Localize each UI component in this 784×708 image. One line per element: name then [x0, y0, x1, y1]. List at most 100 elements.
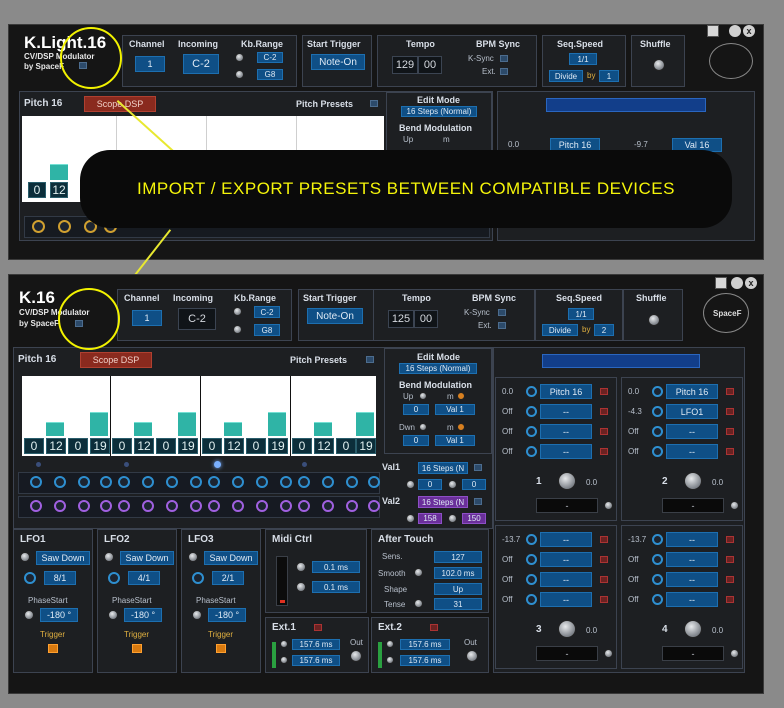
incoming-field[interactable]: C-2 — [178, 308, 216, 330]
step-purple-knob[interactable] — [142, 500, 154, 512]
tempo-integer-field[interactable]: 125 — [388, 310, 414, 328]
mod-destination[interactable]: -- — [666, 444, 718, 459]
lfo-wave-icon[interactable] — [20, 552, 30, 562]
mod-slot-toggle[interactable] — [600, 536, 608, 543]
mod-amount-knob[interactable] — [526, 534, 537, 545]
save-icon[interactable] — [715, 277, 727, 289]
lfo-wave-field[interactable]: Saw Down — [36, 551, 90, 565]
ext2-knob-b[interactable] — [386, 656, 394, 664]
mod-slot-toggle[interactable] — [726, 448, 734, 455]
bend-m-knob[interactable] — [457, 423, 465, 431]
smooth-knob[interactable] — [414, 568, 423, 577]
val2-toggle[interactable] — [474, 498, 482, 505]
bend-down-knob[interactable] — [419, 423, 427, 431]
lfo-rate-field[interactable]: 4/1 — [128, 571, 160, 585]
midi-knob-a[interactable] — [296, 562, 306, 572]
lfo-trigger-button[interactable] — [48, 644, 58, 653]
mod-amount-knob[interactable] — [652, 574, 663, 585]
kbrange-high-knob[interactable] — [235, 70, 244, 79]
pitch-presets-toggle[interactable] — [370, 100, 378, 107]
mod-destination[interactable]: -- — [540, 592, 592, 607]
mod-slot-toggle[interactable] — [600, 556, 608, 563]
seq-speed-field[interactable]: 1/1 — [569, 53, 597, 65]
step-blue-knob[interactable] — [368, 476, 380, 488]
ext2-knob-a[interactable] — [386, 640, 394, 648]
pitch-step-bar[interactable] — [46, 422, 64, 436]
step-blue-knob[interactable] — [166, 476, 178, 488]
minimize-icon[interactable] — [729, 25, 741, 37]
mod-slot-output[interactable]: - — [536, 498, 598, 513]
lfo-phase-knob[interactable] — [24, 610, 34, 620]
step-blue-knob[interactable] — [190, 476, 202, 488]
step-purple-knob[interactable] — [322, 500, 334, 512]
mod-slot-toggle[interactable] — [600, 596, 608, 603]
ext1-field-a[interactable]: 157.6 ms — [292, 639, 340, 650]
mod-slot-output-icon[interactable] — [604, 649, 613, 658]
save-icon[interactable] — [707, 25, 719, 37]
mod-slot-output[interactable]: - — [536, 646, 598, 661]
lfo-phase-field[interactable]: -180 ° — [124, 608, 162, 622]
mod-amount-knob[interactable] — [652, 594, 663, 605]
kbrange-low-knob[interactable] — [235, 53, 244, 62]
mod-amount-knob[interactable] — [652, 554, 663, 565]
mod-destination[interactable]: -- — [540, 444, 592, 459]
lfo-phase-field[interactable]: -180 ° — [208, 608, 246, 622]
lfo-phase-knob[interactable] — [108, 610, 118, 620]
mod-amount-knob[interactable] — [526, 406, 537, 417]
kbrange-high-field[interactable]: G8 — [254, 324, 280, 336]
mod-slot-knob[interactable] — [684, 472, 702, 490]
mod-destination[interactable]: -- — [666, 552, 718, 567]
mod-amount-knob[interactable] — [652, 534, 663, 545]
close-icon[interactable]: x — [743, 25, 755, 37]
pitch-step-bar[interactable] — [224, 422, 242, 436]
step-purple-knob[interactable] — [78, 500, 90, 512]
smooth-field[interactable]: 102.0 ms — [434, 567, 482, 579]
ext-toggle[interactable] — [498, 322, 506, 329]
start-trigger-field[interactable]: Note-On — [307, 308, 363, 324]
mod-destination[interactable]: LFO1 — [666, 404, 718, 419]
bend-up-knob[interactable] — [419, 392, 427, 400]
mod-slot-toggle[interactable] — [600, 448, 608, 455]
mod-amount-knob[interactable] — [652, 426, 663, 437]
step-blue-knob[interactable] — [232, 476, 244, 488]
start-trigger-field[interactable]: Note-On — [311, 54, 365, 70]
sens-field[interactable]: 127 — [434, 551, 482, 563]
tense-field[interactable]: 31 — [434, 598, 482, 610]
step-blue-knob[interactable] — [100, 476, 112, 488]
mod-slot-toggle[interactable] — [600, 388, 608, 395]
channel-field[interactable]: 1 — [132, 310, 162, 326]
mod-slot-toggle[interactable] — [600, 408, 608, 415]
step-blue-knob[interactable] — [208, 476, 220, 488]
mod-slot-knob[interactable] — [558, 472, 576, 490]
close-icon[interactable]: x — [745, 277, 757, 289]
val1-field-a[interactable]: 0 — [418, 479, 442, 490]
step-blue-knob[interactable] — [346, 476, 358, 488]
divide-field[interactable]: 2 — [594, 324, 614, 336]
ext2-field-a[interactable]: 157.6 ms — [400, 639, 450, 650]
step-blue-knob[interactable] — [54, 476, 66, 488]
incoming-field[interactable]: C-2 — [183, 54, 219, 74]
lfo-rate-field[interactable]: 8/1 — [44, 571, 76, 585]
step-purple-knob[interactable] — [232, 500, 244, 512]
mod-slot-toggle[interactable] — [726, 536, 734, 543]
step-purple-knob[interactable] — [166, 500, 178, 512]
channel-field[interactable]: 1 — [135, 56, 165, 72]
shape-field[interactable]: Up — [434, 583, 482, 595]
midi-knob-b[interactable] — [296, 582, 306, 592]
mod-slot-output-icon[interactable] — [604, 501, 613, 510]
mod-destination[interactable]: -- — [540, 424, 592, 439]
ext2-toggle[interactable] — [430, 624, 438, 631]
mod-amount-knob[interactable] — [526, 554, 537, 565]
kbrange-low-field[interactable]: C-2 — [254, 306, 280, 318]
ext-toggle[interactable] — [500, 68, 508, 75]
val1-toggle[interactable] — [474, 464, 482, 471]
mod-amount-knob[interactable] — [526, 446, 537, 457]
mod-slot-knob[interactable] — [558, 620, 576, 638]
step-purple-knob[interactable] — [30, 500, 42, 512]
mod-amount-knob[interactable] — [652, 406, 663, 417]
lfo-phase-knob[interactable] — [192, 610, 202, 620]
mod-destination[interactable]: Pitch 16 — [666, 384, 718, 399]
kbrange-low-field[interactable]: C-2 — [257, 52, 283, 63]
val2-field-b[interactable]: 150 — [462, 513, 486, 524]
kbrange-low-knob[interactable] — [233, 307, 242, 316]
